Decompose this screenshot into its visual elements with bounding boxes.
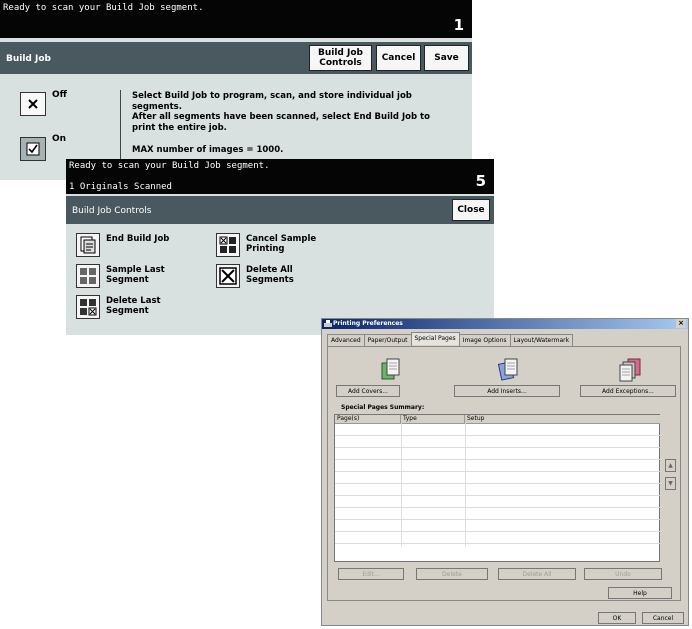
title-bar: Build Job Controls Close [66, 196, 494, 224]
move-down-button[interactable]: ▼ [665, 477, 676, 490]
cancel-sample-printing-button[interactable]: Cancel Sample Printing [216, 233, 336, 257]
undo-button[interactable]: Undo [584, 568, 662, 580]
status-message: Ready to scan your Build Job segment. [3, 3, 204, 13]
covers-icon [381, 358, 400, 380]
delete-last-segment-label: Delete Last Segment [106, 296, 161, 316]
cancel-sample-printing-icon [216, 233, 240, 257]
off-label: Off [52, 90, 67, 100]
screen-number: 1 [453, 16, 464, 34]
table-row [335, 471, 660, 472]
close-x-icon [28, 99, 38, 109]
delete-all-segments-icon [216, 264, 240, 288]
table-row [335, 447, 660, 448]
build-job-controls-button[interactable]: Build Job Controls [309, 45, 372, 71]
exceptions-icon [619, 358, 641, 382]
end-build-job-icon [76, 233, 100, 257]
status-header: Ready to scan your Build Job segment. 1 [0, 0, 472, 38]
delete-all-segments-button[interactable]: Delete All Segments [216, 264, 326, 288]
save-button[interactable]: Save [424, 45, 469, 71]
arrow-down-icon: ▼ [668, 480, 673, 487]
end-build-job-button[interactable]: End Build Job [76, 233, 169, 257]
status-header: Ready to scan your Build Job segment. 1 … [66, 159, 494, 194]
end-build-job-label: End Build Job [106, 234, 170, 244]
checkbox-checked-icon [26, 142, 40, 156]
page-title: Build Job [6, 54, 51, 64]
tab-special-pages[interactable]: Special Pages [410, 332, 460, 345]
build-job-controls-screen: Ready to scan your Build Job segment. 1 … [66, 159, 494, 335]
arrow-up-icon: ▲ [668, 462, 673, 469]
table-row [335, 495, 660, 496]
page-title: Build Job Controls [72, 206, 152, 216]
window-titlebar: Printing Preferences × [322, 319, 688, 329]
printer-icon [324, 320, 332, 327]
cancel-button[interactable]: Cancel [376, 45, 421, 71]
close-button[interactable]: Close [452, 199, 490, 221]
tab-advanced[interactable]: Advanced [327, 334, 365, 346]
column-pages[interactable]: Page(s) [335, 415, 401, 423]
title-bar: Build Job Build Job Controls Cancel Save [0, 42, 472, 74]
table-header: Page(s) Type Setup [335, 415, 660, 424]
table-row [335, 483, 660, 484]
status-message: Ready to scan your Build Job segment. [69, 161, 270, 171]
sample-last-segment-button[interactable]: Sample Last Segment [76, 264, 176, 288]
special-pages-sheet: Add Covers... Add Inserts... Add Excepti… [327, 346, 681, 601]
tab-layout-watermark[interactable]: Layout/Watermark [509, 334, 574, 346]
on-option[interactable] [20, 137, 46, 161]
delete-all-segments-label: Delete All Segments [246, 265, 294, 285]
cancel-sample-printing-label: Cancel Sample Printing [246, 234, 317, 254]
edit-button[interactable]: Edit... [338, 568, 404, 580]
add-exceptions-button[interactable]: Add Exceptions... [580, 385, 676, 397]
inserts-icon [498, 358, 518, 381]
help-button[interactable]: Help [608, 587, 672, 599]
off-option[interactable] [20, 92, 46, 116]
cancel-button[interactable]: Cancel [642, 612, 684, 624]
originals-scanned-count: 1 Originals Scanned [69, 182, 172, 192]
tab-strip: Advanced Paper/Output Special Pages Imag… [327, 332, 574, 346]
description-line-1: Select Build Job to program, scan, and s… [132, 91, 412, 112]
tab-image-options[interactable]: Image Options [458, 334, 511, 346]
column-setup[interactable]: Setup [465, 415, 659, 423]
sample-last-segment-label: Sample Last Segment [106, 265, 165, 285]
table-row [335, 459, 660, 460]
build-job-screen: Ready to scan your Build Job segment. 1 … [0, 0, 472, 180]
add-covers-button[interactable]: Add Covers... [336, 385, 400, 397]
table-row [335, 507, 660, 508]
add-inserts-button[interactable]: Add Inserts... [454, 385, 560, 397]
summary-label: Special Pages Summary: [341, 404, 425, 411]
on-label: On [52, 134, 67, 144]
ok-button[interactable]: OK [598, 612, 636, 624]
table-row [335, 435, 660, 436]
special-pages-table[interactable]: Page(s) Type Setup [334, 414, 660, 562]
divider [120, 90, 121, 165]
description-line-3: MAX number of images = 1000. [132, 145, 284, 155]
printing-preferences-dialog: Printing Preferences × Advanced Paper/Ou… [321, 318, 689, 626]
delete-all-button[interactable]: Delete All [498, 568, 576, 580]
screen-number: 5 [475, 172, 486, 190]
delete-last-segment-button[interactable]: Delete Last Segment [76, 295, 176, 319]
description-line-2: After all segments have been scanned, se… [132, 112, 430, 133]
delete-last-segment-icon [76, 295, 100, 319]
column-type[interactable]: Type [401, 415, 465, 423]
tab-paper-output[interactable]: Paper/Output [363, 334, 412, 346]
table-row [335, 543, 660, 544]
column-divider [401, 423, 402, 546]
column-divider [465, 423, 466, 546]
delete-button[interactable]: Delete [416, 568, 488, 580]
close-icon[interactable]: × [676, 319, 686, 328]
move-up-button[interactable]: ▲ [665, 459, 676, 472]
window-title: Printing Preferences [333, 320, 403, 327]
sample-last-segment-icon [76, 264, 100, 288]
table-row [335, 519, 660, 520]
table-row [335, 531, 660, 532]
